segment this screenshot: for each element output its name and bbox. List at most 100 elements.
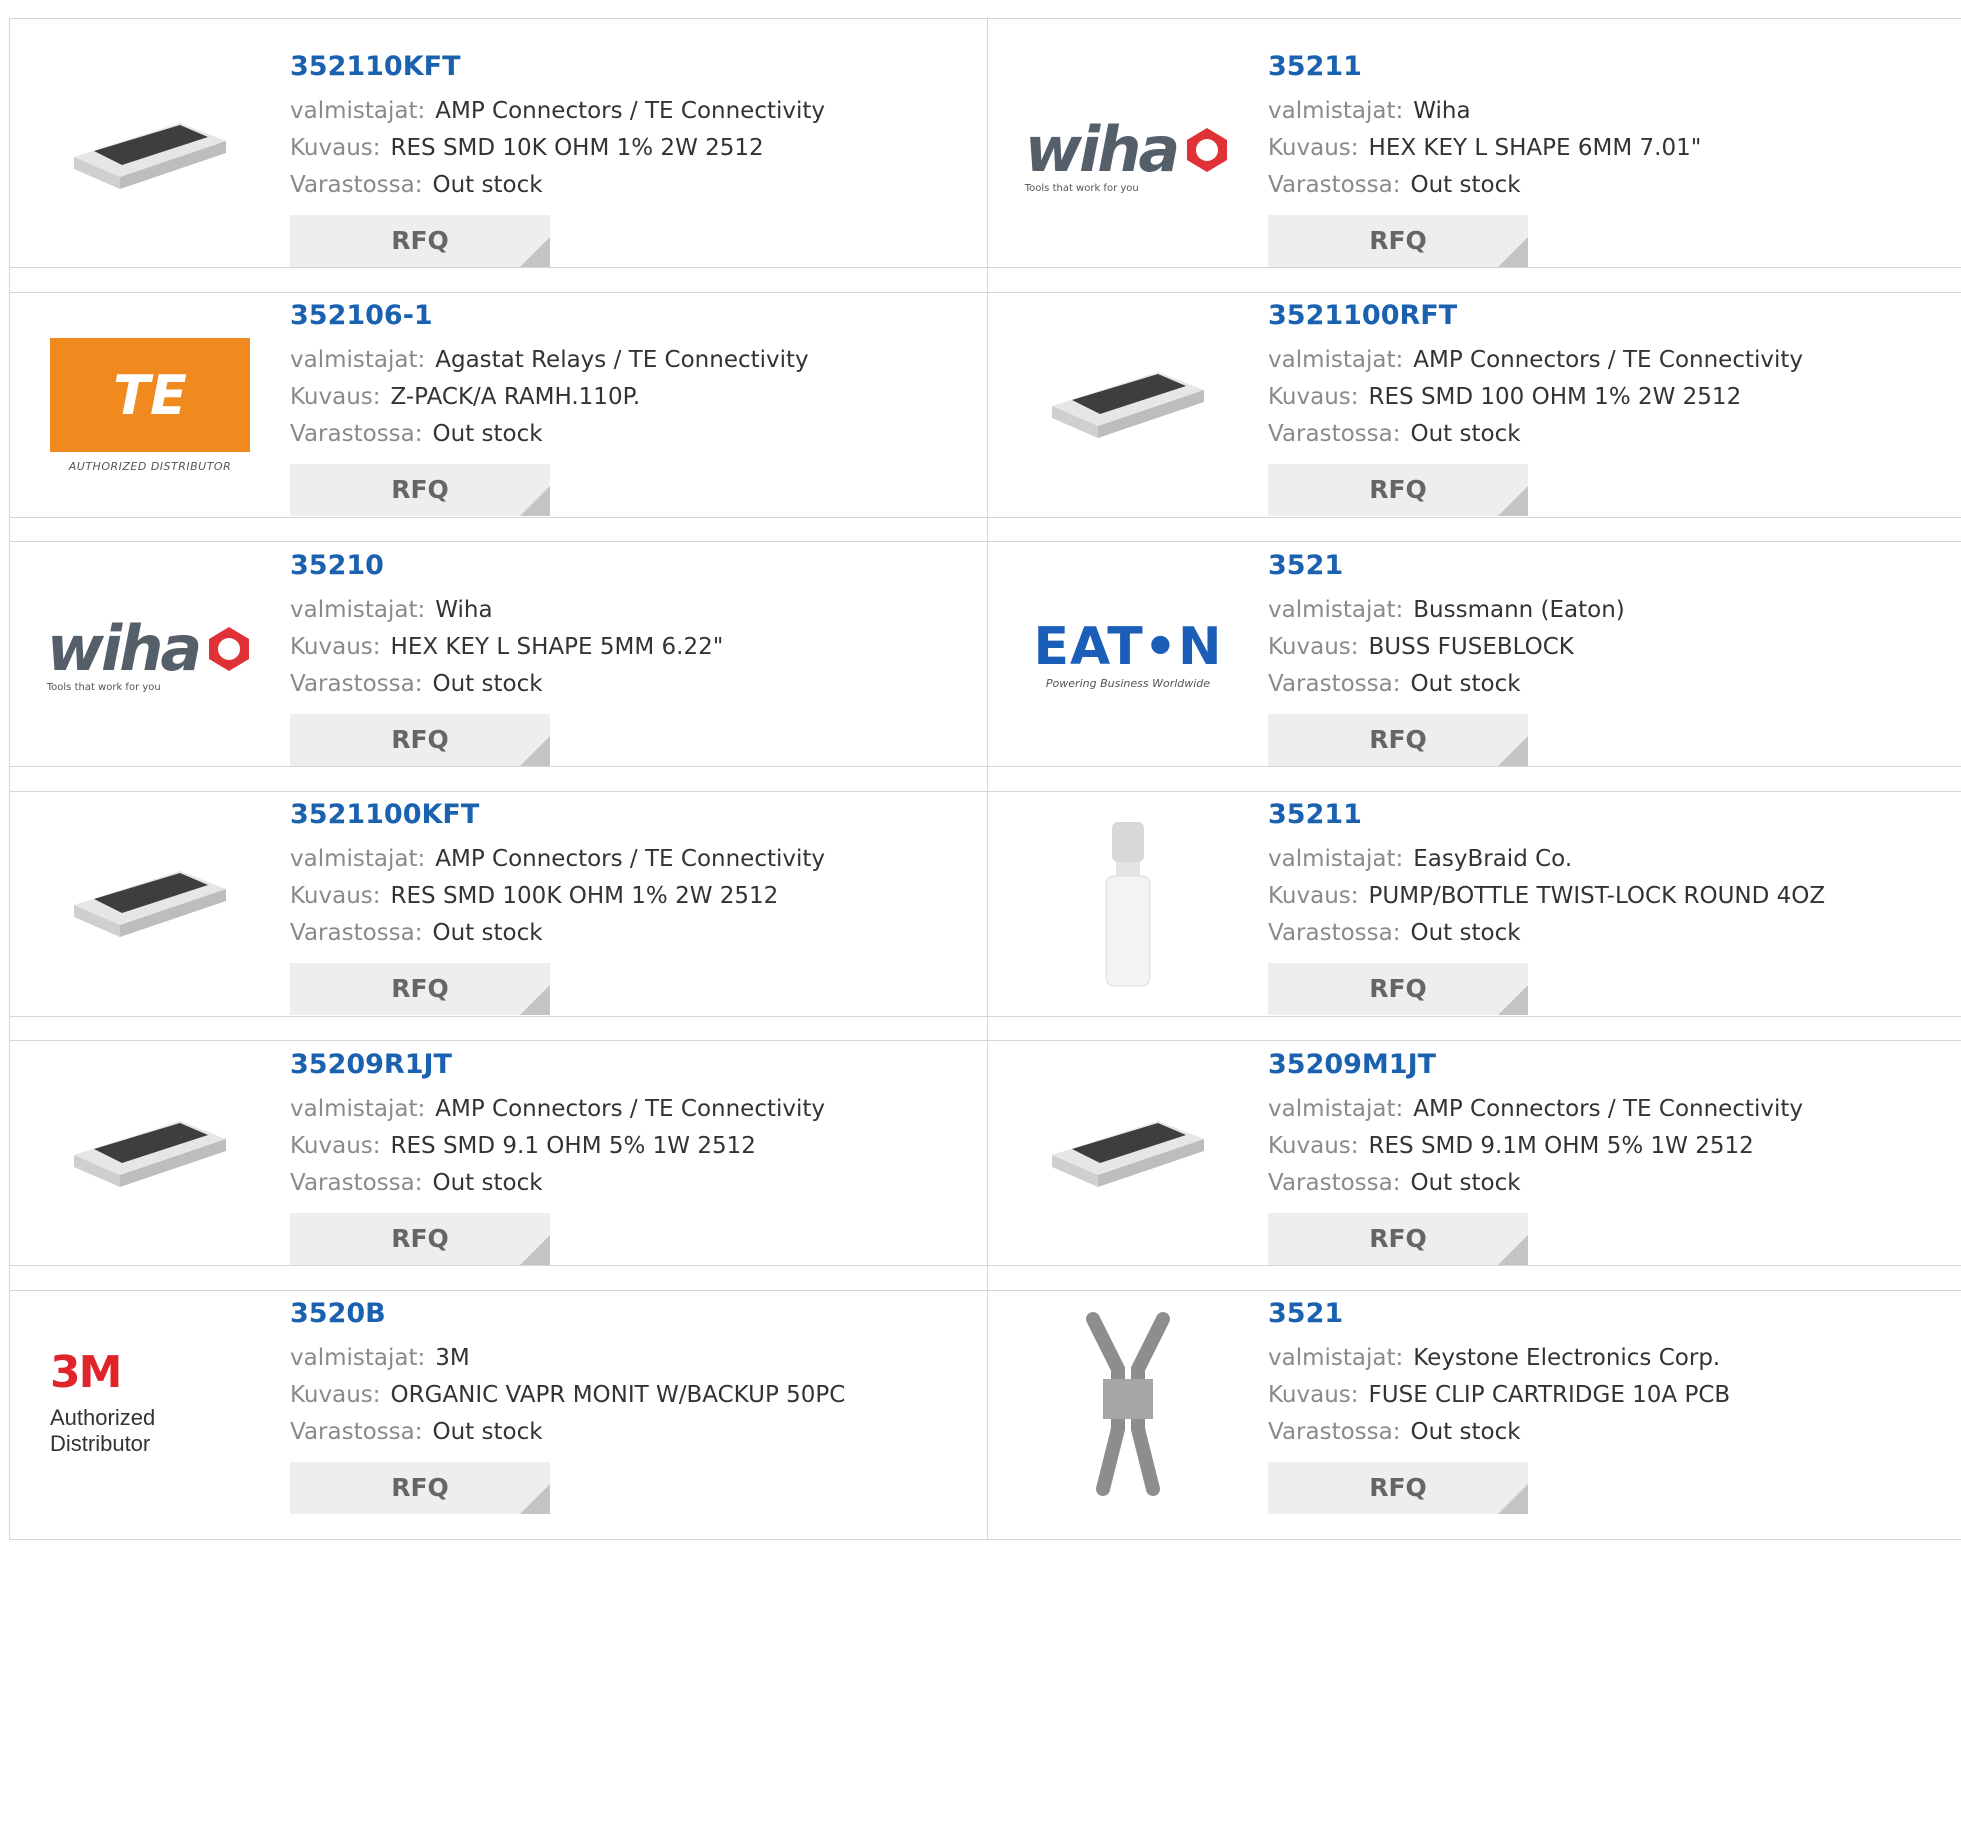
product-image[interactable] <box>50 802 250 1007</box>
product-image[interactable]: 3M Authorized Distributor <box>50 1301 250 1506</box>
product-row: wiha Tools that work for you 35210 valmis… <box>9 517 1961 792</box>
product-image[interactable]: TE AUTHORIZED DISTRIBUTOR <box>50 303 250 508</box>
product-info: 352110KFT valmistajat: AMP Connectors / T… <box>290 49 977 267</box>
corner-triangle-icon <box>520 237 550 267</box>
eaton-tagline: Powering Business Worldwide <box>1045 677 1211 690</box>
product-image[interactable]: wiha Tools that work for you <box>1025 54 1228 259</box>
stock-value: Out stock <box>432 421 543 447</box>
description-label: Kuvaus: <box>290 1382 381 1408</box>
manufacturer-value: AMP Connectors / TE Connectivity <box>435 98 826 124</box>
description-row: Kuvaus: HEX KEY L SHAPE 6MM 7.01" <box>1268 130 1960 167</box>
manufacturer-value: AMP Connectors / TE Connectivity <box>1413 1096 1804 1122</box>
stock-value: Out stock <box>432 1170 543 1196</box>
product-info: 35209M1JT valmistajat: AMP Connectors / T… <box>1268 1047 1960 1265</box>
stock-label: Varastossa: <box>1268 1419 1401 1445</box>
part-number-link[interactable]: 35211 <box>1268 49 1960 85</box>
product-info: 3521 valmistajat: Bussmann (Eaton) Kuvaus… <box>1268 548 1960 766</box>
product-card: 352110KFT valmistajat: AMP Connectors / T… <box>10 19 988 292</box>
product-image[interactable]: EAT•N Powering Business Worldwide <box>1028 553 1228 758</box>
manufacturer-label: valmistajat: <box>1268 846 1404 872</box>
description-label: Kuvaus: <box>290 634 381 660</box>
manufacturer-row: valmistajat: 3M <box>290 1340 977 1377</box>
manufacturer-label: valmistajat: <box>1268 347 1404 373</box>
resistor-icon <box>50 805 250 1005</box>
rfq-button[interactable]: RFQ <box>1268 215 1528 267</box>
product-card: 3521100RFT valmistajat: AMP Connectors / … <box>988 268 1961 541</box>
manufacturer-row: valmistajat: Wiha <box>1268 93 1960 130</box>
rfq-button[interactable]: RFQ <box>1268 1213 1528 1265</box>
rfq-button[interactable]: RFQ <box>1268 963 1528 1015</box>
description-label: Kuvaus: <box>1268 384 1359 410</box>
product-info: 352106-1 valmistajat: Agastat Relays / TE… <box>290 298 977 516</box>
stock-label: Varastossa: <box>1268 1170 1401 1196</box>
product-image[interactable] <box>1028 1301 1228 1506</box>
description-value: RES SMD 9.1M OHM 5% 1W 2512 <box>1368 1133 1754 1159</box>
rfq-button[interactable]: RFQ <box>290 1462 550 1514</box>
rfq-button[interactable]: RFQ <box>290 215 550 267</box>
part-number-link[interactable]: 35211 <box>1268 797 1960 833</box>
stock-label: Varastossa: <box>1268 421 1401 447</box>
rfq-button[interactable]: RFQ <box>290 714 550 766</box>
stock-value: Out stock <box>1410 421 1521 447</box>
manufacturer-row: valmistajat: AMP Connectors / TE Connecti… <box>290 93 977 130</box>
rfq-button[interactable]: RFQ <box>290 1213 550 1265</box>
part-number-link[interactable]: 352106-1 <box>290 298 977 334</box>
description-label: Kuvaus: <box>290 1133 381 1159</box>
product-card: 3521100KFT valmistajat: AMP Connectors / … <box>10 767 988 1040</box>
manufacturer-label: valmistajat: <box>1268 98 1404 124</box>
product-image[interactable]: wiha Tools that work for you <box>47 553 250 758</box>
part-number-link[interactable]: 3521 <box>1268 1296 1960 1332</box>
te-logo-mark: TE <box>50 338 250 452</box>
description-row: Kuvaus: HEX KEY L SHAPE 5MM 6.22" <box>290 629 977 666</box>
manufacturer-row: valmistajat: AMP Connectors / TE Connecti… <box>290 1091 977 1128</box>
description-row: Kuvaus: FUSE CLIP CARTRIDGE 10A PCB <box>1268 1377 1960 1414</box>
part-number-link[interactable]: 35209R1JT <box>290 1047 977 1083</box>
rfq-button[interactable]: RFQ <box>1268 464 1528 516</box>
stock-value: Out stock <box>1410 1419 1521 1445</box>
description-value: RES SMD 9.1 OHM 5% 1W 2512 <box>390 1133 756 1159</box>
rfq-button[interactable]: RFQ <box>1268 714 1528 766</box>
corner-triangle-icon <box>520 736 550 766</box>
product-image[interactable] <box>50 1052 250 1257</box>
stock-value: Out stock <box>432 671 543 697</box>
corner-triangle-icon <box>1498 985 1528 1015</box>
part-number-link[interactable]: 3521100RFT <box>1268 298 1960 334</box>
wiha-logo: wiha Tools that work for you <box>47 618 254 693</box>
manufacturer-label: valmistajat: <box>1268 1096 1404 1122</box>
description-row: Kuvaus: BUSS FUSEBLOCK <box>1268 629 1960 666</box>
description-row: Kuvaus: RES SMD 9.1M OHM 5% 1W 2512 <box>1268 1128 1960 1165</box>
rfq-label: RFQ <box>391 1224 449 1253</box>
rfq-button[interactable]: RFQ <box>1268 1462 1528 1514</box>
manufacturer-label: valmistajat: <box>1268 597 1404 623</box>
product-image[interactable] <box>1028 802 1228 1007</box>
stock-value: Out stock <box>1410 920 1521 946</box>
rfq-button[interactable]: RFQ <box>290 963 550 1015</box>
product-image[interactable] <box>1028 1052 1228 1257</box>
description-row: Kuvaus: Z-PACK/A RAMH.110P. <box>290 379 977 416</box>
manufacturer-value: Agastat Relays / TE Connectivity <box>435 347 809 373</box>
part-number-link[interactable]: 35209M1JT <box>1268 1047 1960 1083</box>
part-number-link[interactable]: 352110KFT <box>290 49 977 85</box>
part-number-link[interactable]: 3521100KFT <box>290 797 977 833</box>
te-tagline: AUTHORIZED DISTRIBUTOR <box>68 460 232 473</box>
product-card: wiha Tools that work for you 35211 valmis… <box>988 19 1961 292</box>
description-label: Kuvaus: <box>1268 883 1359 909</box>
part-number-link[interactable]: 3520B <box>290 1296 977 1332</box>
stock-row: Varastossa: Out stock <box>1268 167 1960 204</box>
product-info: 35209R1JT valmistajat: AMP Connectors / T… <box>290 1047 977 1265</box>
part-number-link[interactable]: 3521 <box>1268 548 1960 584</box>
stock-label: Varastossa: <box>1268 920 1401 946</box>
product-image[interactable] <box>1028 303 1228 508</box>
manufacturer-label: valmistajat: <box>290 846 426 872</box>
product-image[interactable] <box>50 54 250 259</box>
description-row: Kuvaus: PUMP/BOTTLE TWIST-LOCK ROUND 4OZ <box>1268 878 1960 915</box>
product-card: wiha Tools that work for you 35210 valmis… <box>10 518 988 791</box>
part-number-link[interactable]: 35210 <box>290 548 977 584</box>
stock-value: Out stock <box>1410 1170 1521 1196</box>
product-card: TE AUTHORIZED DISTRIBUTOR 352106-1 valmis… <box>10 268 988 541</box>
description-row: Kuvaus: RES SMD 100 OHM 1% 2W 2512 <box>1268 379 1960 416</box>
stock-value: Out stock <box>432 1419 543 1445</box>
rfq-button[interactable]: RFQ <box>290 464 550 516</box>
stock-label: Varastossa: <box>1268 671 1401 697</box>
product-card: 3M Authorized Distributor 3520B valmistaj… <box>10 1266 988 1539</box>
